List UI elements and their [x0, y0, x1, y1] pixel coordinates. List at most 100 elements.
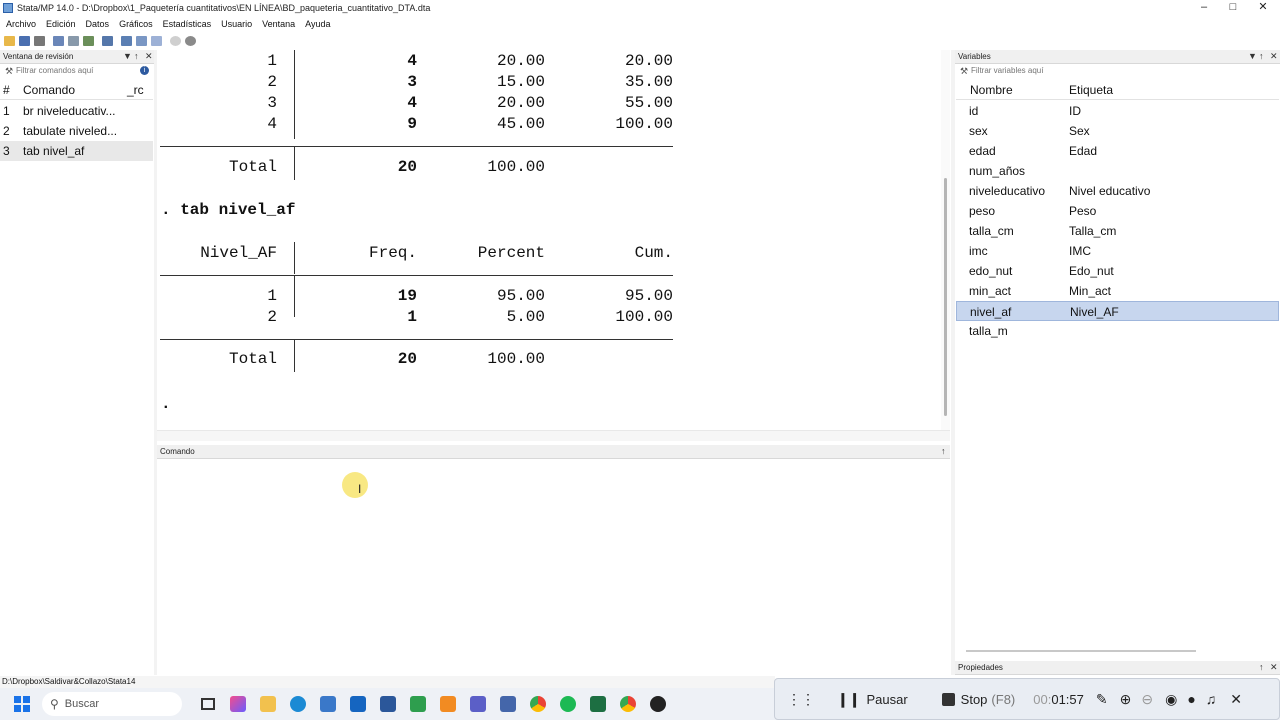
microphone-icon[interactable]: ●: [1187, 691, 1195, 707]
data-editor-icon[interactable]: [121, 36, 132, 46]
log-icon[interactable]: [53, 36, 64, 46]
variables-manager-icon[interactable]: [151, 36, 162, 46]
t2-header-freq: Freq.: [368, 244, 417, 262]
outlook-icon[interactable]: [350, 696, 366, 712]
edge-icon[interactable]: [290, 696, 306, 712]
save-icon[interactable]: [19, 36, 30, 46]
results-scroll-thumb[interactable]: [944, 178, 947, 416]
close-panel-icon[interactable]: ✕: [145, 51, 153, 62]
command-filter-input[interactable]: [16, 64, 139, 78]
maximize-button[interactable]: □: [1218, 0, 1248, 16]
pin-icon[interactable]: ↑: [134, 51, 139, 61]
variable-row[interactable]: peso Peso: [956, 201, 1279, 221]
variable-row[interactable]: imc IMC: [956, 241, 1279, 261]
menu-datos[interactable]: Datos: [86, 19, 110, 29]
spotify-icon[interactable]: [560, 696, 576, 712]
teams-icon[interactable]: [470, 696, 486, 712]
copilot-icon[interactable]: [230, 696, 246, 712]
col-etiqueta[interactable]: Etiqueta: [1069, 80, 1113, 100]
t1-percent: 45.00: [496, 115, 545, 133]
break-icon[interactable]: [185, 36, 196, 46]
stata-taskbar-icon[interactable]: [500, 696, 516, 712]
camtasia-icon[interactable]: [410, 696, 426, 712]
menu-edicion[interactable]: Edición: [46, 19, 76, 29]
var-name: niveleducativo: [969, 184, 1046, 198]
more-icon[interactable]: [170, 36, 181, 46]
media-player-icon[interactable]: [650, 696, 666, 712]
pin-icon[interactable]: ↑: [1259, 51, 1264, 61]
graph-icon[interactable]: [83, 36, 94, 46]
zoom-in-icon[interactable]: ⊕: [1120, 691, 1132, 708]
col-rc[interactable]: _rc: [127, 80, 144, 100]
zoom-out-icon[interactable]: ⊖: [1141, 691, 1153, 708]
t2-divider: [294, 242, 295, 274]
viewer-icon[interactable]: [68, 36, 79, 46]
close-recorder-icon[interactable]: ✕: [1230, 691, 1242, 708]
results-hscroll[interactable]: [157, 430, 950, 441]
menu-usuario[interactable]: Usuario: [221, 19, 252, 29]
close-panel-icon[interactable]: ✕: [1270, 662, 1278, 673]
right-splitter[interactable]: [951, 50, 955, 675]
file-explorer-icon[interactable]: [260, 696, 276, 712]
col-command[interactable]: Comando: [23, 80, 75, 100]
menu-ventana[interactable]: Ventana: [262, 19, 295, 29]
variables-hscroll[interactable]: [966, 650, 1196, 652]
drag-handle-icon[interactable]: ⋮⋮: [787, 691, 815, 708]
print-icon[interactable]: [34, 36, 45, 46]
data-browser-icon[interactable]: [136, 36, 147, 46]
excel-icon[interactable]: [590, 696, 606, 712]
variable-row-selected[interactable]: nivel_af Nivel_AF: [956, 301, 1279, 321]
history-item[interactable]: 3 tab nivel_af: [0, 141, 153, 161]
menu-graficos[interactable]: Gráficos: [119, 19, 153, 29]
close-panel-icon[interactable]: ✕: [1270, 51, 1278, 62]
variable-row[interactable]: edad Edad: [956, 141, 1279, 161]
chrome-profile-icon[interactable]: [620, 696, 636, 712]
pin-icon[interactable]: ↑: [1259, 662, 1264, 672]
taskbar-search[interactable]: ⚲ Buscar: [42, 692, 182, 716]
filter-icon[interactable]: ▼: [123, 51, 132, 61]
pen-icon[interactable]: ✎: [1096, 691, 1108, 708]
variable-row[interactable]: edo_nut Edo_nut: [956, 261, 1279, 281]
speaker-icon[interactable]: ♫: [1206, 691, 1217, 707]
stop-icon[interactable]: [941, 692, 955, 706]
t1-cum: 100.00: [615, 115, 673, 133]
variable-row[interactable]: sex Sex: [956, 121, 1279, 141]
windows-start-icon[interactable]: [14, 696, 30, 712]
recorder-app-icon[interactable]: [440, 696, 456, 712]
t1-freq: 4: [407, 52, 417, 70]
menu-estadisticas[interactable]: Estadísticas: [163, 19, 212, 29]
close-window-button[interactable]: ✕: [1248, 0, 1278, 16]
var-name: num_años: [969, 164, 1026, 178]
menu-ayuda[interactable]: Ayuda: [305, 19, 330, 29]
variable-row[interactable]: talla_m: [956, 321, 1279, 341]
store-icon[interactable]: [320, 696, 336, 712]
webcam-icon[interactable]: ◉: [1165, 691, 1177, 708]
do-file-editor-icon[interactable]: [102, 36, 113, 46]
history-num: 3: [3, 144, 10, 158]
history-item[interactable]: 2 tabulate niveled...: [0, 121, 153, 141]
pin-icon[interactable]: ↑: [941, 446, 946, 456]
info-icon[interactable]: i: [140, 66, 149, 75]
pause-label[interactable]: Pausar: [866, 692, 907, 707]
filter-icon[interactable]: ▼: [1248, 51, 1257, 61]
pause-icon[interactable]: ❙❙: [837, 691, 860, 708]
variable-row[interactable]: id ID: [956, 101, 1279, 121]
variable-filter-input[interactable]: [971, 64, 1271, 78]
stop-label[interactable]: Stop: [961, 692, 988, 707]
col-nombre[interactable]: Nombre: [970, 80, 1013, 100]
task-view-icon[interactable]: [200, 696, 216, 712]
command-input[interactable]: [157, 460, 950, 675]
variable-row[interactable]: niveleducativo Nivel educativo: [956, 181, 1279, 201]
history-item[interactable]: 1 br niveleducativ...: [0, 101, 153, 121]
word-icon[interactable]: [380, 696, 396, 712]
menu-archivo[interactable]: Archivo: [6, 19, 36, 29]
results-scrollbar[interactable]: [941, 50, 950, 430]
chrome-icon[interactable]: [530, 696, 546, 712]
variable-row[interactable]: talla_cm Talla_cm: [956, 221, 1279, 241]
variable-row[interactable]: num_años: [956, 161, 1279, 181]
screen-recorder-bar: ⋮⋮ ❙❙ Pausar Stop (F8) 00: 01:57 ✎ ⊕ ⊖ ◉ …: [774, 678, 1280, 720]
variable-row[interactable]: min_act Min_act: [956, 281, 1279, 301]
minimize-button[interactable]: –: [1189, 0, 1219, 16]
open-icon[interactable]: [4, 36, 15, 46]
t2-cum: 100.00: [615, 308, 673, 326]
